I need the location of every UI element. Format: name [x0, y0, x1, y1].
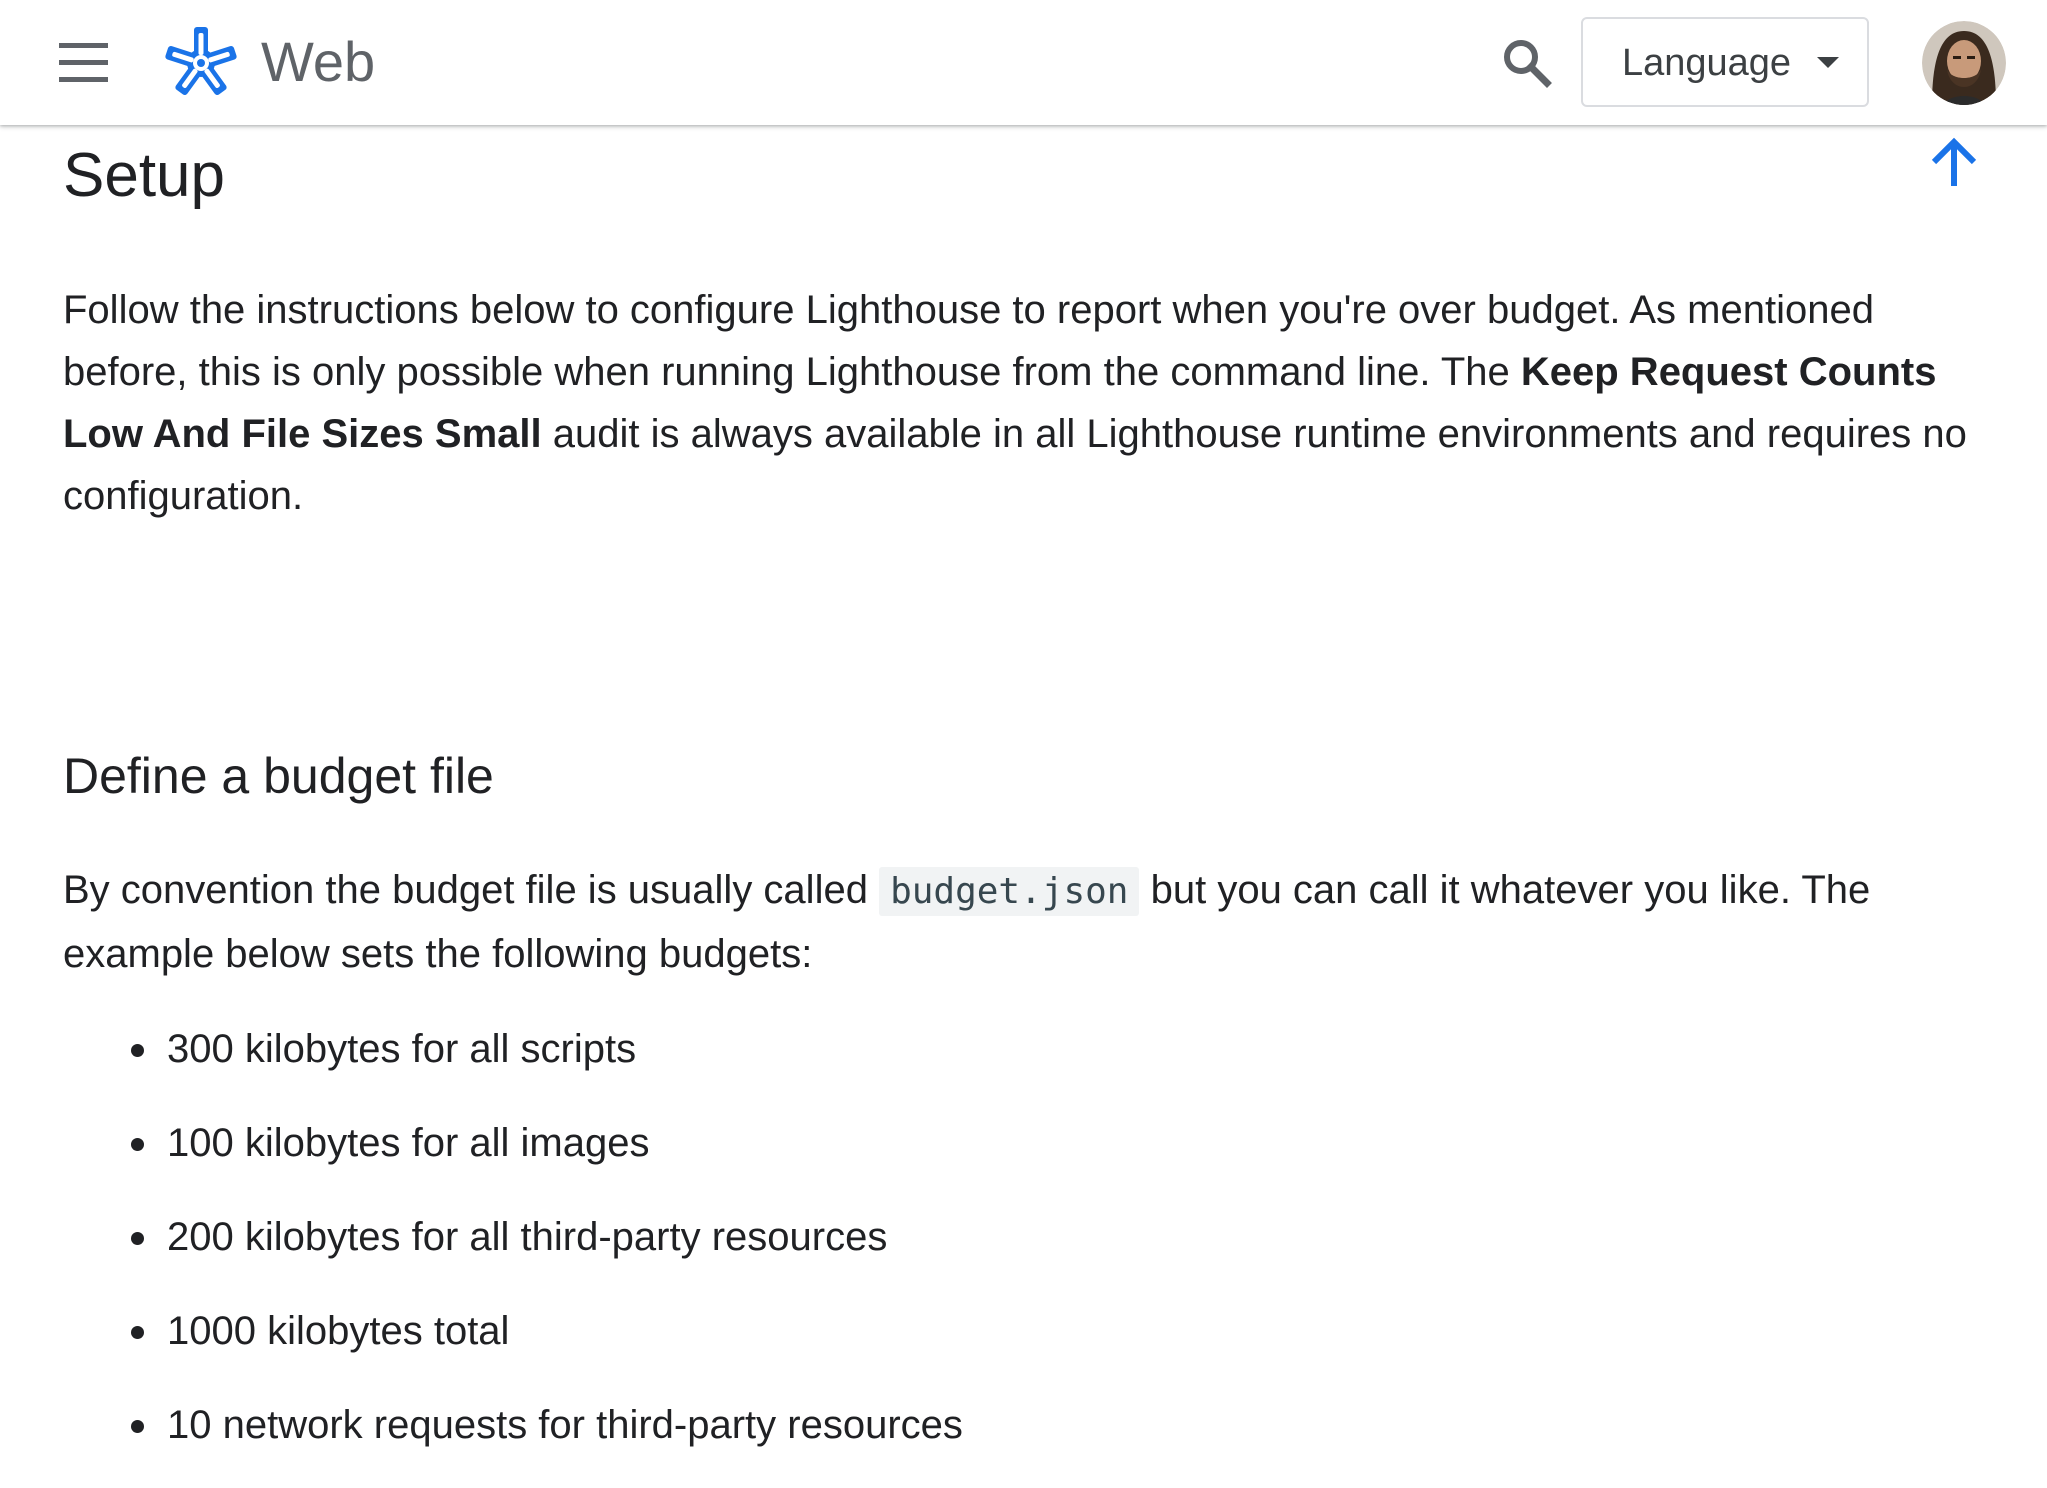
list-item: 300 kilobytes for all scripts	[63, 1018, 1963, 1112]
language-select[interactable]: Language	[1581, 17, 1869, 107]
user-avatar[interactable]	[1922, 21, 2006, 105]
bullet-icon	[131, 1326, 144, 1339]
intro-paragraph: Follow the instructions below to configu…	[63, 279, 1983, 527]
language-select-label: Language	[1622, 42, 1792, 84]
list-item-text: 1000 kilobytes total	[167, 1309, 510, 1353]
hamburger-menu-icon	[59, 43, 108, 48]
bullet-icon	[131, 1232, 144, 1245]
bullet-icon	[131, 1138, 144, 1151]
list-item: 200 kilobytes for all third-party resour…	[63, 1206, 1963, 1300]
web-dev-asterisk-logo-icon[interactable]	[162, 24, 240, 102]
list-item-text: 300 kilobytes for all scripts	[167, 1027, 637, 1071]
hamburger-menu-icon-line	[59, 60, 108, 65]
section-title: Setup	[63, 141, 226, 210]
site-title[interactable]: Web	[261, 28, 375, 96]
search-icon[interactable]	[1497, 33, 1557, 93]
inline-code: budget.json	[879, 867, 1140, 916]
list-item-text: 10 network requests for third-party reso…	[167, 1403, 963, 1447]
list-item: 100 kilobytes for all images	[63, 1112, 1963, 1206]
budget-list: 300 kilobytes for all scripts 100 kiloby…	[63, 1018, 1963, 1488]
hamburger-menu-button[interactable]	[50, 38, 118, 88]
list-item: 1000 kilobytes total	[63, 1300, 1963, 1394]
subsection-title: Define a budget file	[63, 748, 494, 804]
hamburger-menu-icon-line	[59, 77, 108, 82]
list-item-text: 200 kilobytes for all third-party resour…	[167, 1215, 888, 1259]
arrow-up-icon[interactable]	[1928, 136, 1980, 190]
dropdown-caret-icon	[1817, 57, 1839, 68]
list-item-text: 100 kilobytes for all images	[167, 1121, 650, 1165]
budget-intro-paragraph: By convention the budget file is usually…	[63, 859, 1983, 985]
bullet-icon	[131, 1044, 144, 1057]
list-item: 10 network requests for third-party reso…	[63, 1394, 1963, 1488]
top-app-bar: Web Language	[0, 0, 2047, 125]
bullet-icon	[131, 1420, 144, 1433]
budget-intro-text-1: By convention the budget file is usually…	[63, 868, 880, 912]
